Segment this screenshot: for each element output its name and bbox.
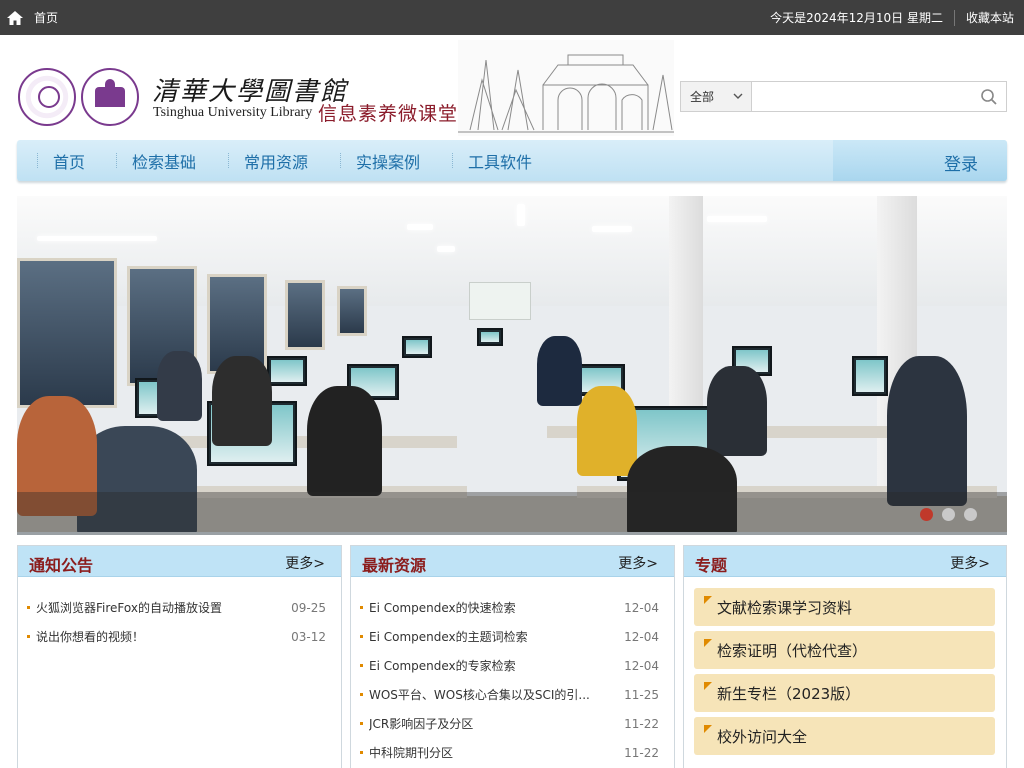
projector-screen [469,282,531,320]
divider [953,9,955,26]
home-icon [7,10,23,25]
search-scope-select[interactable]: 全部 [681,82,752,111]
topic-list: 文献检索课学习资料 检索证明（代检代查） 新生专栏（2023版） 校外访问大全 [694,588,995,760]
search-bar: 全部 [680,81,1007,112]
university-seal-logo [18,68,76,126]
carousel-dot-3[interactable] [964,508,977,521]
nav-item-practice-cases[interactable]: 实操案例 [339,140,420,181]
home-label: 首页 [34,11,59,25]
site-header: 清華大學圖書館 Tsinghua University Library 信息素养… [0,35,1024,140]
nav-item-home[interactable]: 首页 [36,140,85,181]
bookmark-site-link[interactable]: 收藏本站 [966,9,1014,26]
carousel-dot-2[interactable] [942,508,955,521]
panel-header: 通知公告 更多> [18,546,341,577]
topic-item[interactable]: 文献检索课学习资料 [694,588,995,626]
search-input[interactable] [753,82,973,111]
notices-panel: 通知公告 更多> 火狐浏览器FireFox的自动播放设置 09-25 说出你想看的… [17,545,342,768]
list-item[interactable]: JCR影响因子及分区 11-22 [360,709,659,738]
library-seal-logo [81,68,139,126]
topics-panel: 专题 更多> 文献检索课学习资料 检索证明（代检代查） 新生专栏（2023版） … [683,545,1007,768]
panel-header: 最新资源 更多> [351,546,674,577]
list-item[interactable]: 中科院期刊分区 11-22 [360,738,659,767]
topics-more-link[interactable]: 更多> [950,553,990,573]
search-scope-value: 全部 [690,90,715,104]
carousel-dot-1[interactable] [920,508,933,521]
current-date: 今天是2024年12月10日 星期二 [770,11,943,25]
panel-header: 专题 更多> [684,546,1006,577]
panel-title: 通知公告 [29,556,94,575]
topic-item[interactable]: 校外访问大全 [694,717,995,755]
list-item[interactable]: Ei Compendex的快速检索 12-04 [360,593,659,622]
panel-title: 最新资源 [362,556,427,575]
nav-item-search-basics[interactable]: 检索基础 [115,140,196,181]
banner-carousel[interactable] [17,196,1007,535]
nav-item-tools[interactable]: 工具软件 [451,140,532,181]
topic-item[interactable]: 新生专栏（2023版） [694,674,995,712]
top-bar: 首页 今天是2024年12月10日 星期二 收藏本站 [0,0,1024,35]
panel-title: 专题 [695,556,728,575]
chevron-down-icon [733,93,743,99]
main-nav: 首页 检索基础 常用资源 实操案例 工具软件 登录 [17,140,1007,181]
list-item[interactable]: Ei Compendex的主题词检索 12-04 [360,622,659,651]
library-name-en: Tsinghua University Library [153,105,313,120]
home-link[interactable]: 首页 [6,0,58,35]
resource-list: Ei Compendex的快速检索 12-04 Ei Compendex的主题词检… [360,593,659,767]
campus-gate-sketch [458,40,674,136]
list-item[interactable]: 火狐浏览器FireFox的自动播放设置 09-25 [27,593,326,622]
notice-list: 火狐浏览器FireFox的自动播放设置 09-25 说出你想看的视频！ 03-12 [27,593,326,651]
carousel-indicators [920,508,977,521]
list-item[interactable]: WOS平台、WOS核心合集以及SCI的引... 11-25 [360,680,659,709]
search-icon[interactable] [980,88,998,106]
latest-resources-panel: 最新资源 更多> Ei Compendex的快速检索 12-04 Ei Compe… [350,545,675,768]
login-area: 登录 [833,140,1007,181]
topic-item[interactable]: 检索证明（代检代查） [694,631,995,669]
login-button[interactable]: 登录 [944,150,978,175]
site-subtitle: 信息素养微课堂 [318,103,459,125]
latest-more-link[interactable]: 更多> [618,553,658,573]
list-item[interactable]: 说出你想看的视频！ 03-12 [27,622,326,651]
nav-item-common-resources[interactable]: 常用资源 [227,140,308,181]
notices-more-link[interactable]: 更多> [285,553,325,573]
list-item[interactable]: Ei Compendex的专家检索 12-04 [360,651,659,680]
